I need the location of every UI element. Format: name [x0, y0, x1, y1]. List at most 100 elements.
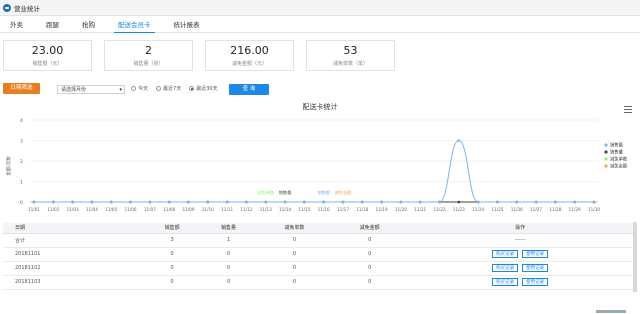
- x-tick-label: 11/22: [433, 207, 445, 212]
- radio-label: 最近30天: [196, 86, 218, 92]
- annotation-label: 销售额: [317, 189, 330, 196]
- buy-record-button[interactable]: 购买记录: [492, 264, 519, 272]
- x-tick-label: 11/11: [221, 207, 233, 212]
- month-select-value: 请选择月份: [61, 87, 87, 93]
- x-tick-label: 11/25: [491, 207, 503, 212]
- summary-card-quantity: 2 销售量（张）: [104, 40, 193, 71]
- annotation-label: 销售量: [279, 189, 292, 196]
- data-point: [90, 200, 94, 204]
- data-point: [457, 200, 461, 204]
- radio-label: 最近7天: [163, 86, 182, 92]
- series-line: [34, 139, 594, 203]
- use-record-button[interactable]: 使用记录: [522, 250, 549, 258]
- app-title: 营业统计: [14, 4, 40, 13]
- data-point: [109, 200, 113, 204]
- summary-cards: 23.00 销售额（元） 2 销售量（张） 216.00 减免金额（元） 53 …: [3, 40, 407, 71]
- data-point: [360, 200, 364, 204]
- data-point: [534, 200, 538, 204]
- y-tick-label: 0: [20, 200, 23, 206]
- query-button[interactable]: 查 询: [229, 84, 269, 95]
- column-header-quantity: 销售量: [200, 223, 257, 234]
- radio-last-30-days[interactable]: 最近30天: [189, 85, 218, 92]
- x-tick-label: 11/12: [240, 207, 252, 212]
- cell-discount-amount: 0: [332, 247, 408, 262]
- data-point: [225, 200, 229, 204]
- legend-marker: [604, 150, 608, 154]
- y-axis-label: 金额/次数: [5, 156, 12, 176]
- card-label: 销售量（张）: [133, 61, 164, 67]
- date-filter-button[interactable]: 日期筛选: [3, 83, 40, 94]
- data-point: [264, 200, 268, 204]
- y-tick-label: 2: [20, 159, 23, 165]
- tab-flash-sale[interactable]: 抢购: [78, 17, 99, 33]
- vertical-scrollbar[interactable]: [633, 222, 637, 292]
- legend-marker: [604, 143, 608, 147]
- data-point: [283, 200, 287, 204]
- month-select[interactable]: 请选择月份 ▾: [57, 85, 125, 94]
- x-tick-label: 11/24: [472, 207, 484, 212]
- summary-card-sales: 23.00 销售额（元）: [3, 40, 92, 71]
- x-tick-label: 11/05: [105, 207, 117, 212]
- cell-sales: 3: [143, 233, 201, 248]
- legend-label: 销售量: [610, 149, 624, 156]
- line-chart: 0 1 2 3 4 金额/次数 11/01 11/02 11/03 11/04 11/05 11/06…: [5, 118, 628, 212]
- legend-label: 销售额: [610, 142, 624, 149]
- x-tick-label: 11/20: [395, 207, 407, 212]
- y-tick-label: 1: [20, 180, 23, 186]
- data-point: [245, 200, 248, 204]
- data-point: [573, 200, 576, 204]
- tab-errand[interactable]: 跑腿: [42, 17, 63, 33]
- data-point: [32, 200, 36, 204]
- buy-record-button[interactable]: 购买记录: [492, 278, 519, 286]
- tab-delivery-card[interactable]: 配送会员卡: [114, 17, 155, 33]
- x-tick-label: 11/30: [588, 207, 600, 212]
- data-point: [303, 200, 306, 204]
- use-record-button[interactable]: 使用记录: [522, 278, 549, 286]
- data-point: [515, 200, 519, 204]
- chevron-down-icon: ▾: [119, 87, 122, 93]
- data-point: [187, 200, 190, 204]
- tab-bar: 外卖 跑腿 抢购 配送会员卡 统计报表: [0, 17, 640, 33]
- radio-last-7-days[interactable]: 最近7天: [156, 85, 181, 92]
- data-point: [457, 139, 461, 142]
- buy-record-button[interactable]: 购买记录: [492, 250, 519, 258]
- cell-sales: 0: [143, 247, 201, 262]
- radio-today[interactable]: 今天: [131, 85, 148, 92]
- data-point: [206, 200, 210, 204]
- column-header-discount-count: 减免单数: [256, 223, 333, 234]
- column-header-date: 日期: [3, 223, 144, 234]
- app-logo-icon: [3, 3, 11, 12]
- cell-date: 20181101: [3, 247, 144, 262]
- chart-title: 配送卡统计: [302, 103, 338, 111]
- horizontal-scrollbar[interactable]: [596, 310, 626, 313]
- tab-takeout[interactable]: 外卖: [6, 17, 27, 33]
- x-tick-label: 11/23: [453, 207, 465, 212]
- radio-icon: [131, 86, 136, 91]
- card-label: 销售额（元）: [32, 61, 63, 67]
- data-point: [148, 200, 152, 204]
- cell-discount-count: 0: [256, 233, 333, 248]
- cell-actions: 购买记录 使用记录: [407, 261, 633, 276]
- tab-report[interactable]: 统计报表: [170, 17, 204, 33]
- cell-date: 20181102: [3, 261, 144, 276]
- x-tick-label: 11/07: [144, 207, 156, 212]
- cell-sales: 0: [143, 275, 201, 290]
- cell-actions: 购买记录 使用记录: [407, 247, 633, 262]
- annotation-label: 减免金额: [335, 189, 353, 196]
- x-tick-label: 11/06: [125, 207, 137, 212]
- legend-label: 减免单数: [610, 156, 628, 163]
- x-tick-label: 11/02: [47, 207, 59, 212]
- cell-quantity: 1: [200, 233, 257, 248]
- x-tick-label: 11/16: [318, 207, 330, 212]
- cell-sales: 0: [143, 261, 201, 276]
- data-point: [399, 200, 403, 204]
- use-record-button[interactable]: 使用记录: [522, 264, 549, 272]
- date-range-radios: 今天 最近7天 最近30天: [131, 85, 226, 92]
- cell-discount-count: 0: [256, 275, 333, 290]
- column-header-actions: 操作: [407, 223, 633, 234]
- data-point: [418, 200, 422, 204]
- legend-marker: [604, 157, 608, 161]
- cell-date: 合计: [3, 233, 144, 248]
- data-point: [129, 200, 132, 204]
- x-tick-label: 11/10: [202, 207, 214, 212]
